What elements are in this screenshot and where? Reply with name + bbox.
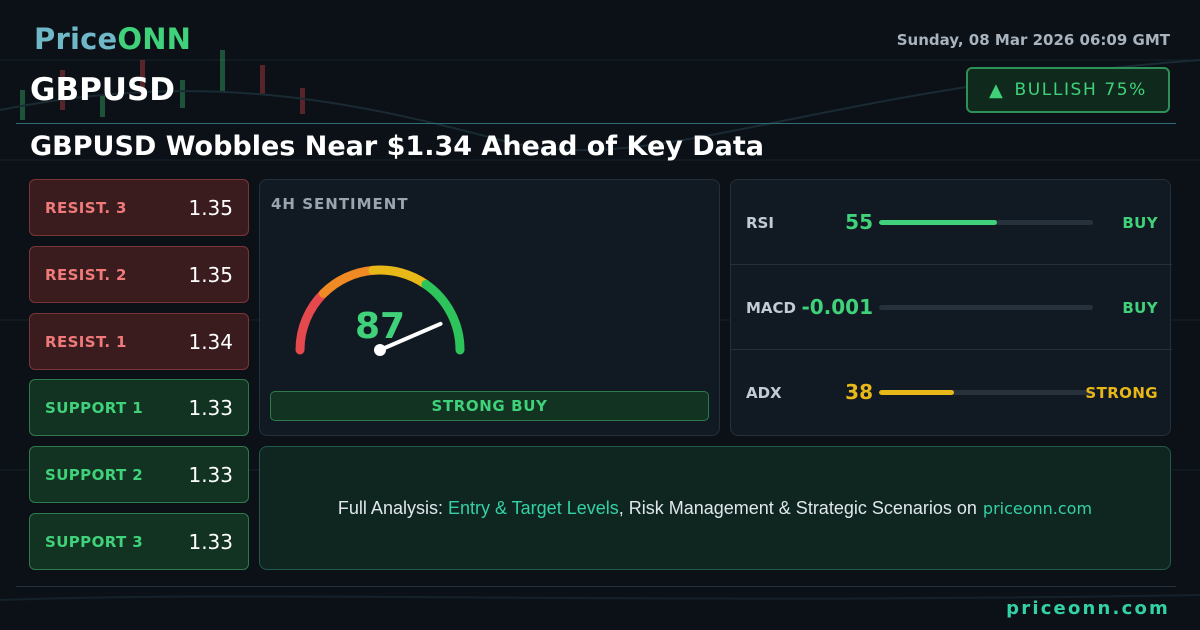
gauge-arc-yellow [368,265,431,289]
footer-divider [16,586,1176,587]
logo-part-onn: ONN [117,22,192,56]
indicator-signal: STRONG [1085,384,1158,402]
level-support-1: SUPPORT 1 1.33 [29,379,249,436]
gauge-arc-orange [318,265,378,298]
symbol-title: GBPUSD [30,72,176,108]
cta-highlight: Entry & Target Levels [447,497,619,518]
header-divider [16,123,1176,124]
level-value: 1.35 [188,195,233,220]
indicator-value: -0.001 [801,295,873,319]
level-name: RESIST. 2 [45,265,127,284]
level-name: SUPPORT 1 [45,398,144,417]
cta-middle: , Risk Management & Strategic Scenarios … [618,497,977,518]
indicator-bar [879,305,1093,310]
level-resist-2: RESIST. 2 1.35 [29,246,249,303]
full-analysis-banner[interactable]: Full Analysis: Entry & Target Levels, Ri… [259,446,1171,570]
level-name: SUPPORT 2 [45,465,144,484]
brand-logo: PriceONN [34,22,191,56]
indicator-signal: BUY [1122,299,1158,317]
level-name: SUPPORT 3 [45,532,144,551]
level-value: 1.33 [188,529,233,554]
sentiment-title: 4H SENTIMENT [271,195,409,213]
bias-badge: ▲ BULLISH 75% [966,67,1170,113]
indicator-name: ADX [746,384,782,402]
indicator-rsi: RSI 55 BUY [731,180,1172,265]
indicator-bar-fill [879,390,954,395]
level-support-2: SUPPORT 2 1.33 [29,446,249,503]
level-resist-1: RESIST. 1 1.34 [29,313,249,370]
indicators-panel: RSI 55 BUY MACD -0.001 BUY ADX 38 STRONG [730,179,1172,436]
level-value: 1.35 [188,262,233,287]
indicator-macd: MACD -0.001 BUY [731,265,1172,350]
level-value: 1.34 [188,329,233,354]
headline: GBPUSD Wobbles Near $1.34 Ahead of Key D… [30,131,765,162]
indicator-adx: ADX 38 STRONG [731,350,1172,435]
bias-label: BULLISH 75% [1014,80,1147,100]
cta-prefix: Full Analysis: [337,497,448,518]
indicator-bar [879,220,1093,225]
sentiment-label: STRONG BUY [270,391,709,421]
indicator-name: MACD [746,299,796,317]
sentiment-panel: 4H SENTIMENT 87 STRONG BUY [259,179,720,436]
indicator-bar-fill [879,220,997,225]
timestamp: Sunday, 08 Mar 2026 06:09 GMT [896,31,1170,49]
indicator-value: 38 [845,380,873,404]
level-value: 1.33 [188,462,233,487]
triangle-up-icon: ▲ [989,79,1005,101]
cta-site-link[interactable]: priceonn.com [983,499,1092,518]
level-resist-3: RESIST. 3 1.35 [29,179,249,236]
indicator-name: RSI [746,214,774,232]
level-support-3: SUPPORT 3 1.33 [29,513,249,570]
level-value: 1.33 [188,395,233,420]
level-name: RESIST. 3 [45,198,127,217]
logo-part-price: Price [34,22,118,56]
level-name: RESIST. 1 [45,332,127,351]
indicator-bar [879,390,1093,395]
sentiment-value: 87 [354,306,406,347]
indicator-value: 55 [845,210,873,234]
indicator-signal: BUY [1122,214,1158,232]
footer-site-link[interactable]: priceonn.com [1006,598,1170,619]
